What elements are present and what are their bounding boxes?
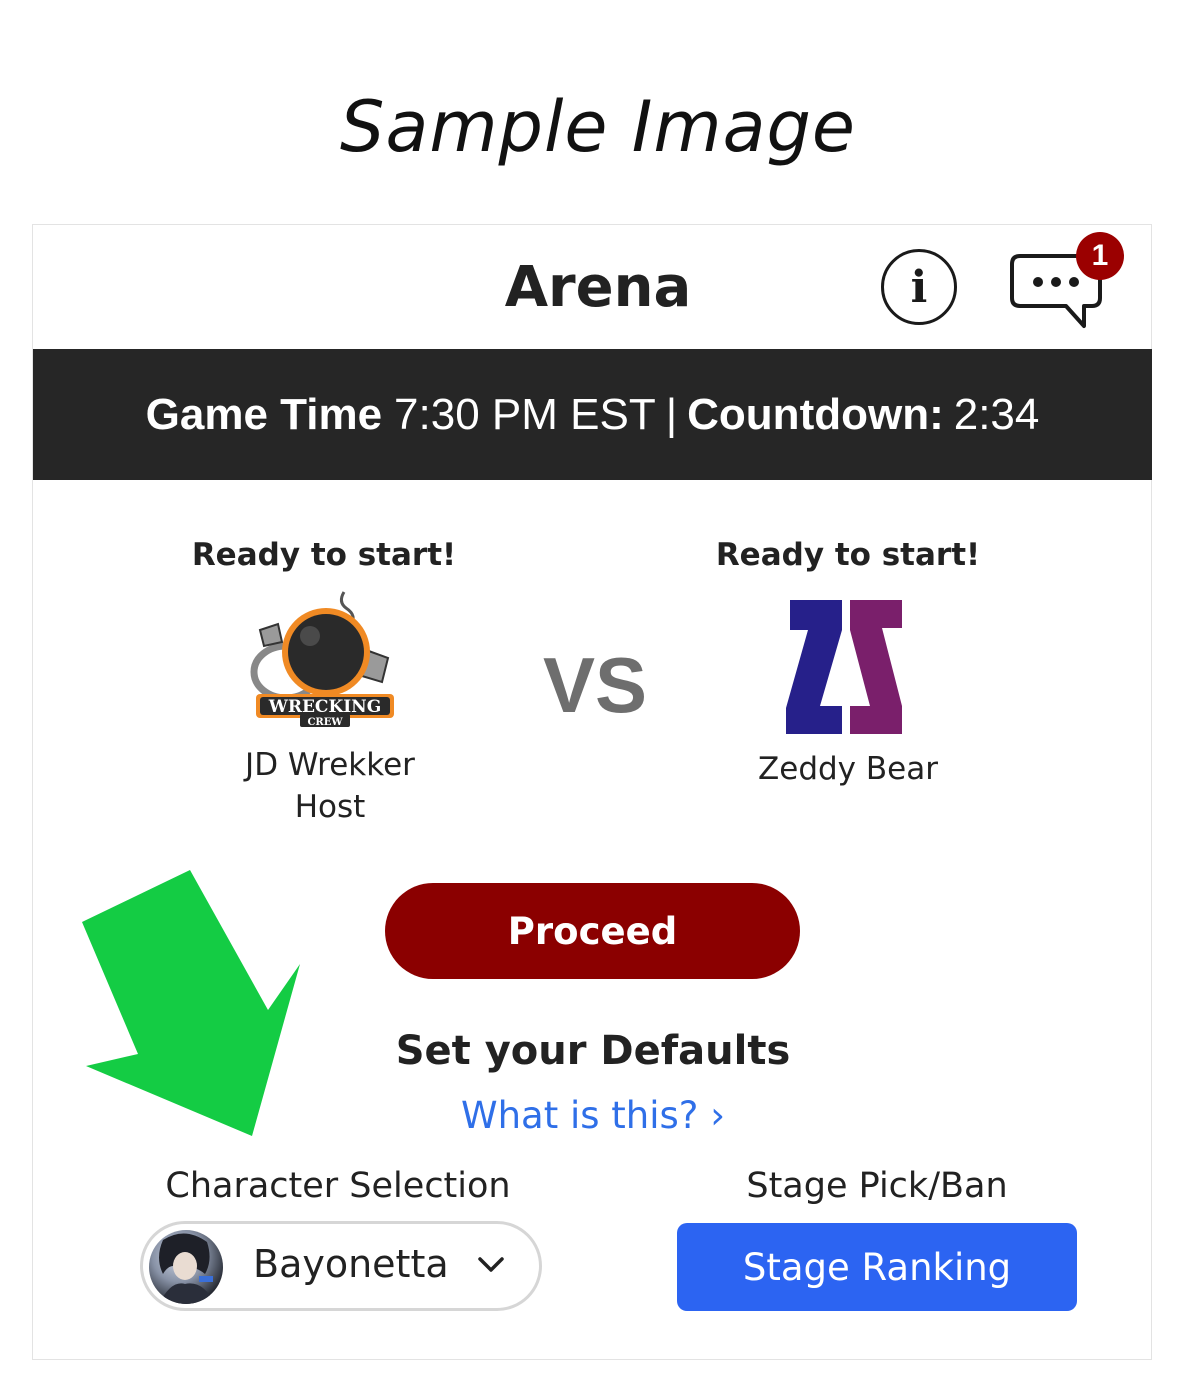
sample-image-watermark: Sample Image	[340, 86, 856, 168]
vs-label: VS	[542, 641, 648, 729]
stage-pick-ban-label: Stage Pick/Ban	[746, 1166, 1008, 1206]
logo-text-crew: CREW	[307, 717, 343, 728]
selected-character: Bayonetta	[253, 1242, 449, 1286]
wrecking-crew-logo: WRECKING CREW	[246, 584, 401, 733]
stage-ranking-button[interactable]: Stage Ranking	[677, 1223, 1077, 1311]
ready-status-right: Ready to start!	[715, 537, 981, 573]
player-right-name: Zeddy Bear	[758, 751, 938, 787]
player-left-info: JD Wrekker Host	[120, 744, 540, 828]
chevron-down-icon	[477, 1256, 505, 1278]
character-selection-label: Character Selection	[165, 1166, 511, 1206]
ready-status-left: Ready to start!	[191, 537, 457, 573]
banner-separator: |	[665, 389, 678, 439]
player-right-info: Zeddy Bear	[638, 748, 1058, 790]
player-left-role: Host	[294, 789, 366, 825]
info-icon[interactable]: i	[881, 249, 957, 325]
countdown-value: 2:34	[953, 389, 1040, 439]
game-time-banner: Game Time 7:30 PM EST | Countdown: 2:34	[33, 349, 1152, 480]
player-left-name: JD Wrekker	[245, 747, 415, 783]
game-time-value: 7:30 PM EST	[394, 389, 656, 439]
character-select-dropdown[interactable]: Bayonetta	[140, 1221, 542, 1311]
notification-badge: 1	[1076, 232, 1124, 280]
proceed-button[interactable]: Proceed	[385, 883, 800, 979]
player-left: Ready to start!	[114, 537, 534, 573]
player-right: Ready to start!	[638, 537, 1058, 573]
countdown-label: Countdown:	[687, 389, 944, 439]
what-is-this-link[interactable]: What is this? ›	[0, 1094, 1186, 1137]
character-avatar	[149, 1230, 223, 1304]
game-time-label: Game Time	[145, 389, 383, 439]
zs-team-logo	[786, 598, 906, 742]
defaults-title: Set your Defaults	[395, 1028, 791, 1074]
